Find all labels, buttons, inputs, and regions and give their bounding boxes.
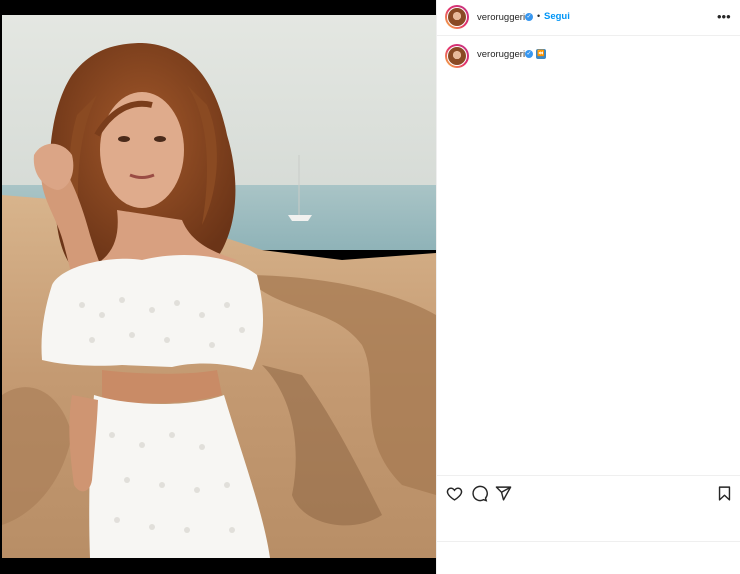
bookmark-icon[interactable] [716, 485, 733, 502]
avatar-image [448, 8, 466, 26]
more-options-icon[interactable]: ••• [717, 9, 731, 24]
instagram-post-window: veroruggeri ✓ • Segui ••• veroruggeri ✓ … [0, 0, 740, 574]
media-letterbox-bottom [0, 558, 436, 574]
caption-avatar-ring [447, 46, 467, 66]
share-icon[interactable] [495, 485, 512, 502]
post-media [0, 0, 436, 574]
post-actions-bar [437, 475, 740, 511]
verified-badge-icon: ✓ [525, 13, 533, 21]
author-avatar[interactable] [445, 5, 469, 29]
post-header: veroruggeri ✓ • Segui ••• [437, 0, 740, 36]
author-username[interactable]: veroruggeri [477, 12, 525, 23]
heart-icon[interactable] [446, 485, 463, 502]
caption-verified-badge-icon: ✓ [525, 50, 533, 58]
post-photo[interactable] [2, 15, 436, 558]
caption-emoji: ⏪ [536, 49, 546, 59]
comment-input-area[interactable] [437, 541, 740, 574]
media-letterbox-top [0, 0, 436, 15]
header-separator: • [537, 11, 541, 21]
caption-avatar-image [448, 47, 466, 65]
comment-icon[interactable] [471, 485, 488, 502]
post-side-panel: veroruggeri ✓ • Segui ••• veroruggeri ✓ … [436, 0, 740, 574]
caption-username[interactable]: veroruggeri [477, 49, 525, 60]
avatar-ring [447, 7, 467, 27]
caption-author-avatar[interactable] [445, 44, 469, 68]
follow-button[interactable]: Segui [544, 11, 570, 22]
caption: veroruggeri ✓ ⏪ [437, 42, 740, 72]
